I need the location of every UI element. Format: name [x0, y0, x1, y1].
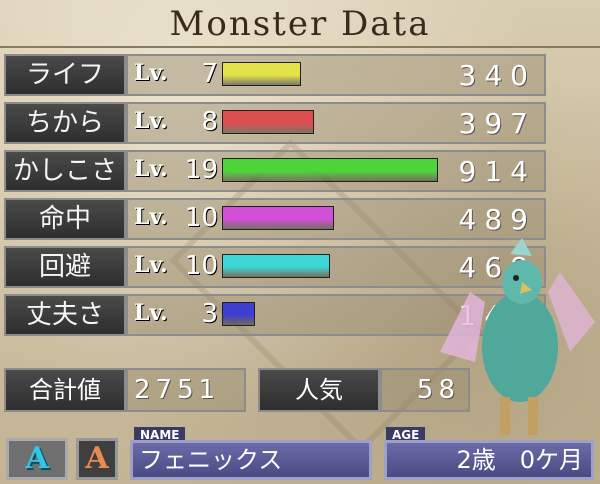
level-prefix: Lv.: [134, 300, 168, 326]
level-number: 3: [201, 299, 218, 329]
stat-bar-track: [222, 206, 444, 232]
total-value: 2751: [126, 368, 246, 412]
monster-leg-left: [500, 397, 510, 435]
stat-bar-track: [222, 302, 444, 328]
stat-panel: Lv. 8 397: [126, 102, 546, 144]
stat-bar-track: [222, 254, 444, 280]
stat-bar-track: [222, 158, 444, 184]
level-number: 10: [184, 251, 218, 281]
stat-panel: Lv. 7 340: [126, 54, 546, 96]
page-title: Monster Data: [169, 4, 431, 44]
stat-bar-fill: [222, 62, 301, 86]
monster-leg-right: [528, 397, 538, 435]
stat-label: 丈夫さ: [4, 294, 126, 336]
level-number: 8: [201, 107, 218, 137]
level-number: 19: [184, 155, 218, 185]
stat-label: 命中: [4, 198, 126, 240]
stat-row: ちから Lv. 8 397: [4, 102, 546, 146]
stat-label: かしこさ: [4, 150, 126, 192]
level-prefix: Lv.: [134, 204, 168, 230]
stat-bar-fill: [222, 206, 334, 230]
stat-value: 340: [458, 59, 536, 92]
monster-eye: [513, 275, 519, 281]
stat-bar-track: [222, 110, 444, 136]
stat-label: 回避: [4, 246, 126, 288]
stat-row: ライフ Lv. 7 340: [4, 54, 546, 98]
stat-row: かしこさ Lv. 19 914: [4, 150, 546, 194]
sort-a-button-orange[interactable]: A: [76, 438, 118, 480]
stat-bar-fill: [222, 158, 438, 182]
total-label: 合計値: [4, 368, 126, 412]
stat-label: ライフ: [4, 54, 126, 96]
level-prefix: Lv.: [134, 252, 168, 278]
level-number: 10: [184, 203, 218, 233]
monster-crest: [510, 238, 532, 256]
level-prefix: Lv.: [134, 108, 168, 134]
stat-value: 914: [458, 155, 536, 188]
stat-bar-track: [222, 62, 444, 88]
monster-left-wing: [440, 292, 485, 362]
monster-age-field: 2歳 0ケ月: [384, 440, 594, 480]
level-prefix: Lv.: [134, 156, 168, 182]
level-number: 7: [201, 59, 218, 89]
level-prefix: Lv.: [134, 60, 168, 86]
title-divider: [0, 46, 600, 48]
monster-name-field[interactable]: フェニックス: [130, 440, 372, 480]
stat-value: 397: [458, 107, 536, 140]
stat-label: ちから: [4, 102, 126, 144]
stat-bar-fill: [222, 254, 330, 278]
popularity-label: 人気: [258, 368, 380, 412]
monster-sprite: [440, 238, 595, 435]
stat-panel: Lv. 19 914: [126, 150, 546, 192]
sort-a-button-cyan[interactable]: A: [6, 438, 68, 480]
stat-bar-fill: [222, 110, 314, 134]
monster-body: [482, 292, 558, 402]
stat-bar-fill: [222, 302, 255, 326]
